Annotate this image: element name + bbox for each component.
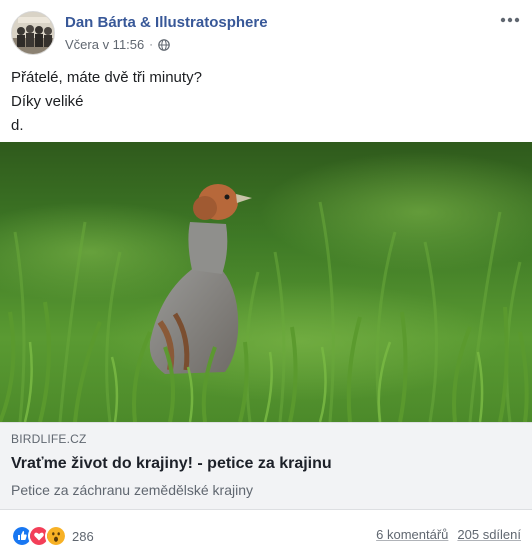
partridge-photo <box>0 142 532 422</box>
more-options-button[interactable] <box>498 10 522 30</box>
post-author-name[interactable]: Dan Bárta & Illustratosphere <box>65 14 268 31</box>
link-preview-card[interactable]: BIRDLIFE.CZ Vraťme život do krajiny! - p… <box>0 422 532 510</box>
post-message: Přátelé, máte dvě tři minuty? Díky velik… <box>11 66 202 138</box>
link-domain: BIRDLIFE.CZ <box>11 432 87 446</box>
post-meta: Včera v 11:56 · <box>65 37 170 52</box>
engagement-links: 6 komentářů 205 sdílení <box>376 527 521 542</box>
post-timestamp[interactable]: Včera v 11:56 <box>65 37 144 52</box>
more-dots-icon <box>500 17 520 23</box>
globe-icon[interactable] <box>158 38 170 51</box>
reaction-count[interactable]: 286 <box>72 529 94 544</box>
meta-separator: · <box>149 38 153 51</box>
link-title[interactable]: Vraťme život do krajiny! - petice za kra… <box>11 455 332 473</box>
author-avatar[interactable] <box>11 11 55 55</box>
reaction-summary[interactable]: 286 <box>11 525 94 547</box>
link-preview-image[interactable] <box>0 142 532 422</box>
comments-link[interactable]: 6 komentářů <box>376 527 448 542</box>
post-text-line: d. <box>11 117 24 134</box>
shares-link[interactable]: 205 sdílení <box>457 527 521 542</box>
facebook-post: Dan Bárta & Illustratosphere Včera v 11:… <box>0 0 532 557</box>
link-description: Petice za záchranu zemědělské krajiny <box>11 482 254 498</box>
wow-reaction-icon <box>45 525 67 547</box>
post-text-line: Díky veliké <box>11 93 84 110</box>
avatar-group-photo <box>12 12 54 54</box>
post-text-line: Přátelé, máte dvě tři minuty? <box>11 69 202 86</box>
